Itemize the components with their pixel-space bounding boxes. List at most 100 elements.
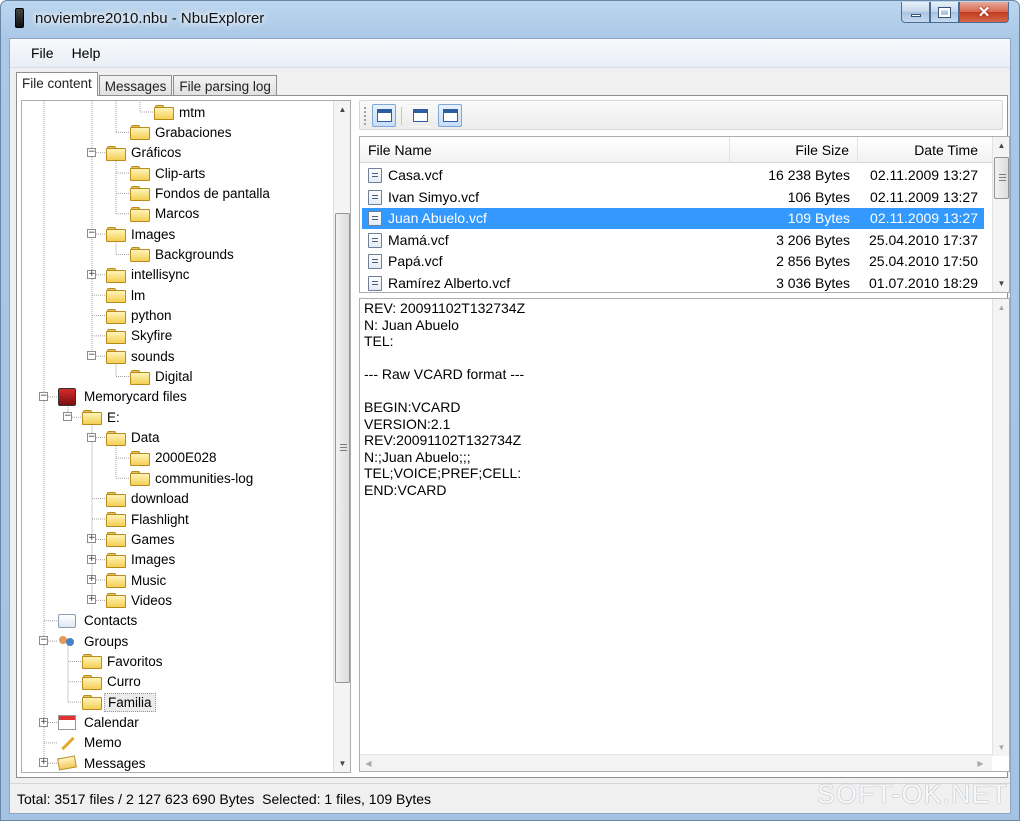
tree-node[interactable]: Data [106, 428, 163, 448]
menu-file[interactable]: File [22, 42, 63, 64]
collapse-icon[interactable]: − [87, 432, 96, 442]
folder-icon [106, 145, 126, 161]
tree-node[interactable]: Familia [82, 692, 156, 712]
expand-icon[interactable]: + [87, 534, 96, 544]
tree-node[interactable]: Groups [58, 631, 131, 651]
tree-node[interactable]: Fondos de pantalla [130, 183, 273, 203]
expand-icon[interactable]: + [39, 758, 48, 768]
app-window: noviembre2010.nbu - NbuExplorer ✕ File H… [0, 0, 1020, 821]
scroll-up-arrow-icon[interactable]: ▲ [993, 299, 1009, 316]
tree-vertical-scrollbar[interactable]: ▲ ▼ [333, 101, 350, 772]
collapse-icon[interactable]: − [39, 391, 48, 401]
expand-icon[interactable]: + [87, 595, 96, 605]
tree-node[interactable]: Messages [57, 753, 149, 772]
toolbar-grip[interactable] [364, 107, 366, 125]
close-button[interactable]: ✕ [959, 2, 1009, 23]
tree-node[interactable]: Images [106, 550, 178, 570]
file-row[interactable]: Casa.vcf 16 238 Bytes 02.11.2009 13:27 [362, 165, 984, 186]
column-header-date-time[interactable]: Date Time [858, 137, 986, 163]
tree-node[interactable]: Gráficos [106, 143, 184, 163]
tree-node[interactable]: Videos [106, 590, 175, 610]
tree-node[interactable]: sounds [106, 346, 178, 366]
tree-node[interactable]: Backgrounds [130, 244, 237, 264]
tree-node-label: Memorycard files [84, 389, 187, 405]
collapse-icon[interactable]: − [87, 229, 96, 239]
folder-icon [82, 674, 102, 690]
vcard-detail-view[interactable]: REV: 20091102T132734Z N: Juan Abuelo TEL: -… [359, 298, 1010, 772]
column-header-file-size[interactable]: File Size [730, 137, 858, 163]
tree-node[interactable]: python [106, 306, 175, 326]
tree-node[interactable]: intellisync [106, 265, 193, 285]
collapse-icon[interactable]: − [39, 636, 48, 646]
column-header-file-name[interactable]: File Name [360, 137, 730, 163]
maximize-button[interactable] [930, 2, 959, 23]
file-row[interactable]: Ramírez Alberto.vcf 3 036 Bytes 01.07.2010… [362, 273, 984, 292]
tree-node[interactable]: Music [106, 570, 169, 590]
tree-node[interactable]: 2000E028 [130, 448, 220, 468]
expand-icon[interactable]: + [39, 717, 48, 727]
tree-node[interactable]: Skyfire [106, 326, 175, 346]
tree-node[interactable]: Digital [130, 367, 196, 387]
details-view-button[interactable] [438, 104, 462, 127]
tree-node[interactable]: Games [106, 529, 178, 549]
tree-node[interactable]: Flashlight [106, 509, 192, 529]
file-date-time: 01.07.2010 18:29 [869, 275, 978, 291]
tree-node[interactable]: Favoritos [82, 651, 166, 671]
export-icon [377, 109, 392, 122]
tree-node[interactable]: mtm [154, 102, 208, 122]
scroll-down-arrow-icon[interactable]: ▼ [334, 755, 350, 772]
file-size: 16 238 Bytes [768, 167, 850, 183]
scroll-down-arrow-icon[interactable]: ▼ [993, 275, 1009, 292]
file-row[interactable]: Ivan Simyo.vcf 106 Bytes 02.11.2009 13:27 [362, 187, 984, 208]
expand-icon[interactable]: + [87, 575, 96, 585]
tree-node[interactable]: Calendar [58, 713, 142, 733]
collapse-icon[interactable]: − [87, 147, 96, 157]
tree-node[interactable]: E: [82, 407, 123, 427]
file-list-vertical-scrollbar[interactable]: ▲ ▼ [992, 137, 1009, 292]
collapse-icon[interactable]: − [87, 351, 96, 361]
large-icons-view-button[interactable] [408, 104, 432, 127]
tab-file-parsing-log[interactable]: File parsing log [173, 75, 277, 96]
tree-node[interactable]: Curro [82, 672, 144, 692]
file-content-panel: mtm Grabaciones Gráficos − Clip-arts Fondos d… [16, 95, 1010, 778]
file-name: Ramírez Alberto.vcf [388, 275, 511, 291]
tree-node[interactable]: Memo [58, 733, 125, 753]
expand-icon[interactable]: + [87, 269, 96, 279]
scroll-right-arrow-icon[interactable]: ▶ [972, 755, 989, 771]
minimize-button[interactable] [901, 2, 930, 23]
scroll-up-arrow-icon[interactable]: ▲ [334, 101, 350, 118]
scroll-up-arrow-icon[interactable]: ▲ [993, 137, 1009, 154]
tree-node-label: Groups [84, 633, 129, 649]
file-row[interactable]: Juan Abuelo.vcf 109 Bytes 02.11.2009 13:27 [362, 208, 984, 230]
tree-node[interactable]: Memorycard files [58, 387, 190, 407]
file-row[interactable]: Papá.vcf 2 856 Bytes 25.04.2010 17:50 [362, 251, 984, 272]
collapse-icon[interactable]: − [63, 412, 72, 422]
tree-node[interactable]: lm [106, 285, 148, 305]
tab-messages[interactable]: Messages [98, 75, 173, 96]
folder-tree[interactable]: mtm Grabaciones Gráficos − Clip-arts Fondos d… [21, 100, 351, 773]
export-button[interactable] [372, 104, 396, 127]
detail-vertical-scrollbar[interactable]: ▲ ▼ [992, 299, 1009, 756]
title-bar[interactable]: noviembre2010.nbu - NbuExplorer ✕ [1, 1, 1019, 35]
scroll-left-arrow-icon[interactable]: ◀ [360, 755, 377, 771]
tree-node[interactable]: Grabaciones [130, 122, 235, 142]
expand-icon[interactable]: + [87, 554, 96, 564]
tree-scroll-thumb[interactable] [335, 213, 350, 683]
tree-node[interactable]: Marcos [130, 204, 202, 224]
file-list-scroll-thumb[interactable] [994, 157, 1009, 199]
detail-line: VERSION:2.1 [364, 415, 451, 432]
detail-line: END:VCARD [364, 481, 447, 498]
tree-node[interactable]: Contacts [58, 611, 140, 631]
folder-icon [130, 450, 150, 466]
scroll-down-arrow-icon[interactable]: ▼ [993, 739, 1009, 756]
file-name: Casa.vcf [388, 167, 443, 183]
file-list[interactable]: File Name File Size Date Time Casa.vcf 16… [359, 136, 1010, 293]
tree-node[interactable]: download [106, 489, 192, 509]
menu-help[interactable]: Help [63, 42, 110, 64]
file-row[interactable]: Mamá.vcf 3 206 Bytes 25.04.2010 17:37 [362, 230, 984, 251]
tree-node[interactable]: Clip-arts [130, 163, 208, 183]
tab-file-content[interactable]: File content [16, 72, 98, 96]
detail-horizontal-scrollbar[interactable]: ◀ ▶ [360, 754, 992, 771]
tree-node[interactable]: Images [106, 224, 178, 244]
tree-node[interactable]: communities-log [130, 468, 256, 488]
